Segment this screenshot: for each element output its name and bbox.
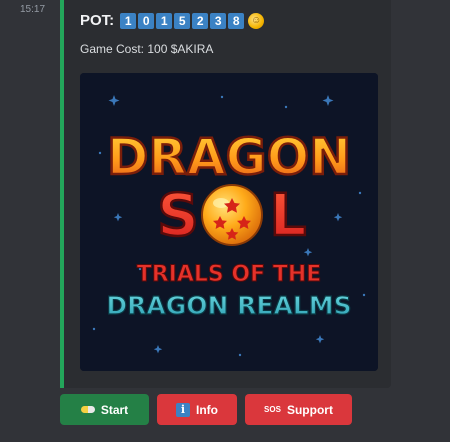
info-icon: i — [176, 402, 190, 417]
message-timestamp: 15:17 — [20, 4, 46, 15]
pot-digit: 8 — [228, 12, 245, 29]
pot-row: POT: 1 0 1 5 2 3 8 ☺ — [80, 12, 265, 29]
pot-digit: 1 — [156, 12, 173, 29]
start-button-label: Start — [100, 402, 129, 417]
pot-digit: 3 — [210, 12, 227, 29]
pot-digit: 2 — [192, 12, 209, 29]
support-button[interactable]: SOS Support — [245, 394, 352, 425]
banner-title-l: L — [270, 181, 307, 249]
game-embed: POT: 1 0 1 5 2 3 8 ☺ Game Cost: 100 $AKI… — [60, 0, 391, 388]
pot-digit: 1 — [120, 12, 137, 29]
start-button[interactable]: Start — [60, 394, 149, 425]
banner-art: DRAGON S L TRIALS OF THE DRAGON REALMS — [80, 73, 378, 371]
support-button-label: Support — [286, 402, 333, 417]
banner-subtitle-realms: DRAGON REALMS — [106, 291, 351, 320]
info-button-label: Info — [196, 402, 218, 417]
pot-digit: 0 — [138, 12, 155, 29]
banner-subtitle-trials: TRIALS OF THE — [137, 262, 322, 287]
pot-label: POT: — [80, 12, 115, 29]
info-button[interactable]: i Info — [157, 394, 237, 425]
pot-digit: 5 — [174, 12, 191, 29]
coin-emoji-icon: ☺ — [248, 12, 265, 29]
dragon-ball-icon — [201, 184, 263, 246]
banner-title-dragon: DRAGON — [107, 128, 351, 186]
game-banner-image[interactable]: DRAGON S L TRIALS OF THE DRAGON REALMS — [80, 73, 378, 371]
sos-icon: SOS — [264, 405, 281, 414]
game-cost: Game Cost: 100 $AKIRA — [80, 42, 214, 56]
banner-title-s: S — [157, 181, 199, 249]
pill-icon — [80, 406, 95, 413]
